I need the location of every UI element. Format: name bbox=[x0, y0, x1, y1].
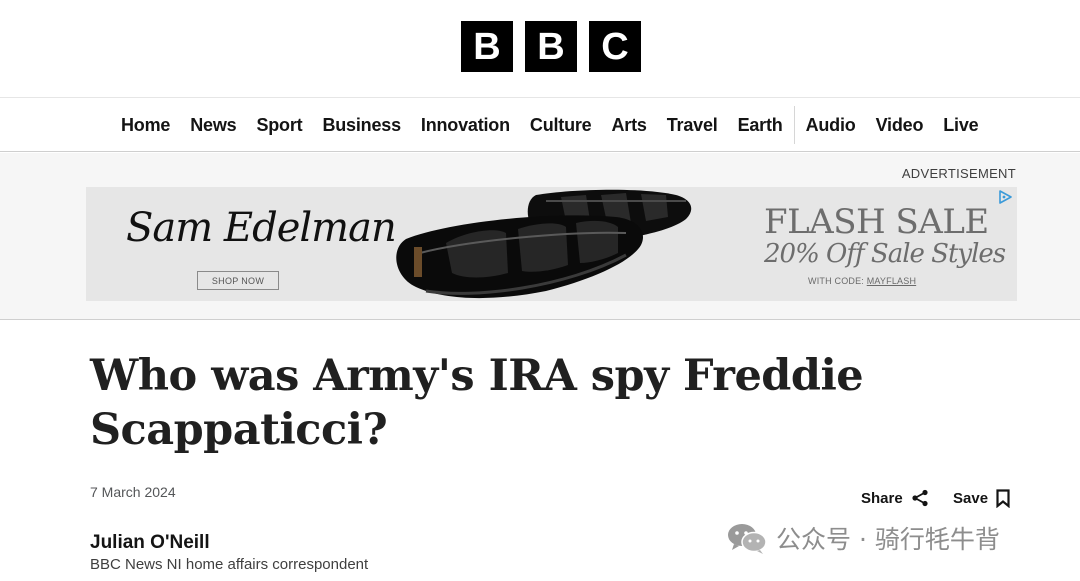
nav-item-travel[interactable]: Travel bbox=[657, 115, 728, 136]
save-button[interactable]: Save bbox=[953, 489, 1010, 508]
article-date: 7 March 2024 bbox=[90, 484, 176, 500]
advertisement-label: ADVERTISEMENT bbox=[901, 166, 1016, 181]
logo-letter-c: C bbox=[589, 21, 641, 72]
ad-offer-text: 20% Off Sale Styles bbox=[764, 239, 1006, 269]
nav-item-audio[interactable]: Audio bbox=[796, 115, 866, 136]
share-label: Share bbox=[861, 489, 903, 507]
logo-letter-b2: B bbox=[525, 21, 577, 72]
ad-promo-code: WITH CODE: MAYFLASH bbox=[808, 276, 916, 286]
nav-divider bbox=[793, 106, 795, 144]
nav-item-business[interactable]: Business bbox=[312, 115, 410, 136]
ad-shop-now-button[interactable]: SHOP NOW bbox=[197, 271, 279, 290]
save-label: Save bbox=[953, 490, 989, 507]
wechat-icon bbox=[728, 524, 767, 554]
nav-item-home[interactable]: Home bbox=[111, 115, 180, 136]
advertisement-section: ADVERTISEMENT Sam Edelman SHOP NOW FLASH… bbox=[0, 153, 1080, 320]
ad-code-prefix: WITH CODE: bbox=[808, 276, 867, 286]
share-button[interactable]: Share bbox=[861, 489, 929, 507]
nav-item-earth[interactable]: Earth bbox=[728, 115, 793, 136]
nav-item-arts[interactable]: Arts bbox=[602, 115, 657, 136]
sandals-image bbox=[396, 189, 692, 299]
watermark: 公众号 · 骑行牦牛背 bbox=[726, 520, 1000, 556]
nav-item-innovation[interactable]: Innovation bbox=[411, 115, 520, 136]
nav-item-live[interactable]: Live bbox=[933, 115, 988, 136]
author-role: BBC News NI home affairs correspondent bbox=[90, 556, 369, 573]
adchoices-icon[interactable] bbox=[997, 190, 1013, 204]
ad-brand-logo: Sam Edelman bbox=[126, 205, 397, 251]
ad-flash-sale-headline: FLASH SALE bbox=[764, 202, 989, 242]
main-nav: Home News Sport Business Innovation Cult… bbox=[0, 98, 1080, 152]
watermark-text: 公众号 · 骑行牦牛背 bbox=[776, 525, 1000, 554]
nav-item-news[interactable]: News bbox=[180, 115, 246, 136]
logo-letter-b1: B bbox=[461, 21, 513, 72]
bbc-logo[interactable]: B B C bbox=[461, 21, 641, 72]
nav-item-sport[interactable]: Sport bbox=[246, 115, 312, 136]
bookmark-icon bbox=[996, 489, 1010, 508]
article-headline: Who was Army's IRA spy Freddie Scappatic… bbox=[90, 351, 864, 455]
nav-item-video[interactable]: Video bbox=[866, 115, 934, 136]
ad-code-value: MAYFLASH bbox=[866, 276, 917, 286]
share-icon bbox=[912, 489, 928, 507]
ad-banner[interactable]: Sam Edelman SHOP NOW FLASH SALE 20% Off … bbox=[86, 187, 1017, 301]
nav-item-culture[interactable]: Culture bbox=[520, 115, 602, 136]
masthead: B B C bbox=[0, 0, 1080, 98]
author-name[interactable]: Julian O'Neill bbox=[90, 532, 210, 554]
